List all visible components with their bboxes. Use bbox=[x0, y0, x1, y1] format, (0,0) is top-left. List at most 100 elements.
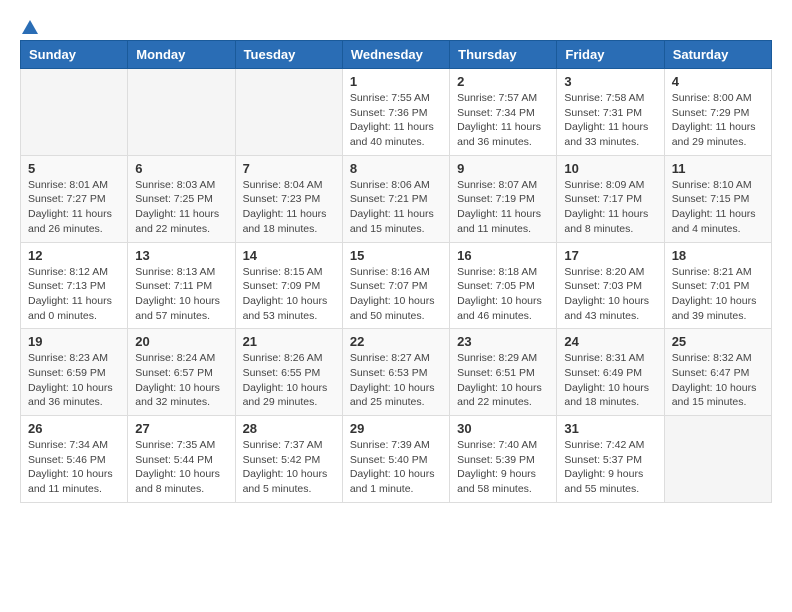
day-info: Sunrise: 8:03 AM Sunset: 7:25 PM Dayligh… bbox=[135, 178, 227, 237]
day-info: Sunrise: 8:18 AM Sunset: 7:05 PM Dayligh… bbox=[457, 265, 549, 324]
day-number: 27 bbox=[135, 421, 227, 436]
calendar-cell: 28 Sunrise: 7:37 AM Sunset: 5:42 PM Dayli… bbox=[235, 416, 342, 503]
day-number: 26 bbox=[28, 421, 120, 436]
day-info: Sunrise: 8:24 AM Sunset: 6:57 PM Dayligh… bbox=[135, 351, 227, 410]
day-number: 22 bbox=[350, 334, 442, 349]
calendar-cell: 21Sunrise: 8:26 AM Sunset: 6:55 PM Dayli… bbox=[235, 329, 342, 416]
day-info: Sunrise: 8:21 AM Sunset: 7:01 PM Dayligh… bbox=[672, 265, 764, 324]
calendar-cell: 5Sunrise: 8:01 AM Sunset: 7:27 PM Daylig… bbox=[21, 155, 128, 242]
day-info: Sunrise: 7:35 AM Sunset: 5:44 PM Dayligh… bbox=[135, 438, 227, 497]
calendar-cell: 4Sunrise: 8:00 AM Sunset: 7:29 PM Daylig… bbox=[664, 69, 771, 156]
weekday-header-sunday: Sunday bbox=[21, 41, 128, 69]
day-number: 8 bbox=[350, 161, 442, 176]
calendar-cell: 8 Sunrise: 8:06 AM Sunset: 7:21 PM Daylig… bbox=[342, 155, 449, 242]
day-number: 3 bbox=[564, 74, 656, 89]
calendar-cell: 1 Sunrise: 7:55 AM Sunset: 7:36 PM Daylig… bbox=[342, 69, 449, 156]
calendar-cell: 17 Sunrise: 8:20 AM Sunset: 7:03 PM Dayli… bbox=[557, 242, 664, 329]
calendar-cell: 19Sunrise: 8:23 AM Sunset: 6:59 PM Dayli… bbox=[21, 329, 128, 416]
day-number: 15 bbox=[350, 248, 442, 263]
day-info: Sunrise: 8:00 AM Sunset: 7:29 PM Dayligh… bbox=[672, 91, 764, 150]
day-number: 20 bbox=[135, 334, 227, 349]
weekday-header-monday: Monday bbox=[128, 41, 235, 69]
calendar-week-row: 1 Sunrise: 7:55 AM Sunset: 7:36 PM Daylig… bbox=[21, 69, 772, 156]
calendar-cell bbox=[664, 416, 771, 503]
calendar-week-row: 26 Sunrise: 7:34 AM Sunset: 5:46 PM Dayli… bbox=[21, 416, 772, 503]
page-header bbox=[20, 20, 772, 30]
day-number: 2 bbox=[457, 74, 549, 89]
day-number: 21 bbox=[243, 334, 335, 349]
day-info: Sunrise: 8:27 AM Sunset: 6:53 PM Dayligh… bbox=[350, 351, 442, 410]
calendar-cell: 6 Sunrise: 8:03 AM Sunset: 7:25 PM Daylig… bbox=[128, 155, 235, 242]
day-info: Sunrise: 8:07 AM Sunset: 7:19 PM Dayligh… bbox=[457, 178, 549, 237]
day-number: 25 bbox=[672, 334, 764, 349]
day-number: 31 bbox=[564, 421, 656, 436]
day-info: Sunrise: 8:20 AM Sunset: 7:03 PM Dayligh… bbox=[564, 265, 656, 324]
logo-triangle-icon bbox=[22, 20, 38, 34]
logo bbox=[20, 20, 38, 30]
calendar-table: SundayMondayTuesdayWednesdayThursdayFrid… bbox=[20, 40, 772, 503]
day-info: Sunrise: 7:42 AM Sunset: 5:37 PM Dayligh… bbox=[564, 438, 656, 497]
calendar-week-row: 12 Sunrise: 8:12 AM Sunset: 7:13 PM Dayli… bbox=[21, 242, 772, 329]
day-info: Sunrise: 8:13 AM Sunset: 7:11 PM Dayligh… bbox=[135, 265, 227, 324]
day-number: 5 bbox=[28, 161, 120, 176]
day-info: Sunrise: 7:57 AM Sunset: 7:34 PM Dayligh… bbox=[457, 91, 549, 150]
calendar-cell: 12 Sunrise: 8:12 AM Sunset: 7:13 PM Dayli… bbox=[21, 242, 128, 329]
day-number: 24 bbox=[564, 334, 656, 349]
day-info: Sunrise: 8:31 AM Sunset: 6:49 PM Dayligh… bbox=[564, 351, 656, 410]
day-number: 10 bbox=[564, 161, 656, 176]
day-info: Sunrise: 8:32 AM Sunset: 6:47 PM Dayligh… bbox=[672, 351, 764, 410]
day-info: Sunrise: 7:40 AM Sunset: 5:39 PM Dayligh… bbox=[457, 438, 549, 497]
calendar-cell: 13 Sunrise: 8:13 AM Sunset: 7:11 PM Dayli… bbox=[128, 242, 235, 329]
weekday-header-tuesday: Tuesday bbox=[235, 41, 342, 69]
day-info: Sunrise: 8:10 AM Sunset: 7:15 PM Dayligh… bbox=[672, 178, 764, 237]
day-info: Sunrise: 8:15 AM Sunset: 7:09 PM Dayligh… bbox=[243, 265, 335, 324]
calendar-cell: 9 Sunrise: 8:07 AM Sunset: 7:19 PM Daylig… bbox=[450, 155, 557, 242]
calendar-cell: 25 Sunrise: 8:32 AM Sunset: 6:47 PM Dayli… bbox=[664, 329, 771, 416]
day-number: 28 bbox=[243, 421, 335, 436]
day-info: Sunrise: 8:09 AM Sunset: 7:17 PM Dayligh… bbox=[564, 178, 656, 237]
day-info: Sunrise: 7:37 AM Sunset: 5:42 PM Dayligh… bbox=[243, 438, 335, 497]
day-number: 13 bbox=[135, 248, 227, 263]
calendar-cell: 16 Sunrise: 8:18 AM Sunset: 7:05 PM Dayli… bbox=[450, 242, 557, 329]
day-number: 12 bbox=[28, 248, 120, 263]
calendar-cell: 22 Sunrise: 8:27 AM Sunset: 6:53 PM Dayli… bbox=[342, 329, 449, 416]
day-number: 9 bbox=[457, 161, 549, 176]
calendar-cell: 3 Sunrise: 7:58 AM Sunset: 7:31 PM Daylig… bbox=[557, 69, 664, 156]
calendar-cell: 14 Sunrise: 8:15 AM Sunset: 7:09 PM Dayli… bbox=[235, 242, 342, 329]
day-info: Sunrise: 8:16 AM Sunset: 7:07 PM Dayligh… bbox=[350, 265, 442, 324]
weekday-header-friday: Friday bbox=[557, 41, 664, 69]
calendar-cell: 26 Sunrise: 7:34 AM Sunset: 5:46 PM Dayli… bbox=[21, 416, 128, 503]
day-number: 17 bbox=[564, 248, 656, 263]
calendar-cell: 10 Sunrise: 8:09 AM Sunset: 7:17 PM Dayli… bbox=[557, 155, 664, 242]
day-info: Sunrise: 8:06 AM Sunset: 7:21 PM Dayligh… bbox=[350, 178, 442, 237]
day-info: Sunrise: 8:12 AM Sunset: 7:13 PM Dayligh… bbox=[28, 265, 120, 324]
day-info: Sunrise: 7:39 AM Sunset: 5:40 PM Dayligh… bbox=[350, 438, 442, 497]
calendar-cell: 29Sunrise: 7:39 AM Sunset: 5:40 PM Dayli… bbox=[342, 416, 449, 503]
day-info: Sunrise: 8:04 AM Sunset: 7:23 PM Dayligh… bbox=[243, 178, 335, 237]
calendar-header-row: SundayMondayTuesdayWednesdayThursdayFrid… bbox=[21, 41, 772, 69]
day-info: Sunrise: 7:34 AM Sunset: 5:46 PM Dayligh… bbox=[28, 438, 120, 497]
day-info: Sunrise: 7:55 AM Sunset: 7:36 PM Dayligh… bbox=[350, 91, 442, 150]
calendar-cell: 18 Sunrise: 8:21 AM Sunset: 7:01 PM Dayli… bbox=[664, 242, 771, 329]
day-number: 18 bbox=[672, 248, 764, 263]
calendar-week-row: 19Sunrise: 8:23 AM Sunset: 6:59 PM Dayli… bbox=[21, 329, 772, 416]
weekday-header-wednesday: Wednesday bbox=[342, 41, 449, 69]
calendar-cell: 20 Sunrise: 8:24 AM Sunset: 6:57 PM Dayli… bbox=[128, 329, 235, 416]
calendar-cell: 30 Sunrise: 7:40 AM Sunset: 5:39 PM Dayli… bbox=[450, 416, 557, 503]
calendar-week-row: 5Sunrise: 8:01 AM Sunset: 7:27 PM Daylig… bbox=[21, 155, 772, 242]
day-number: 30 bbox=[457, 421, 549, 436]
day-number: 11 bbox=[672, 161, 764, 176]
calendar-cell: 11 Sunrise: 8:10 AM Sunset: 7:15 PM Dayli… bbox=[664, 155, 771, 242]
weekday-header-thursday: Thursday bbox=[450, 41, 557, 69]
day-number: 6 bbox=[135, 161, 227, 176]
day-number: 14 bbox=[243, 248, 335, 263]
calendar-cell: 7 Sunrise: 8:04 AM Sunset: 7:23 PM Daylig… bbox=[235, 155, 342, 242]
calendar-cell: 2 Sunrise: 7:57 AM Sunset: 7:34 PM Daylig… bbox=[450, 69, 557, 156]
calendar-cell: 23Sunrise: 8:29 AM Sunset: 6:51 PM Dayli… bbox=[450, 329, 557, 416]
day-number: 16 bbox=[457, 248, 549, 263]
day-number: 7 bbox=[243, 161, 335, 176]
day-info: Sunrise: 7:58 AM Sunset: 7:31 PM Dayligh… bbox=[564, 91, 656, 150]
calendar-cell bbox=[235, 69, 342, 156]
weekday-header-saturday: Saturday bbox=[664, 41, 771, 69]
day-number: 1 bbox=[350, 74, 442, 89]
